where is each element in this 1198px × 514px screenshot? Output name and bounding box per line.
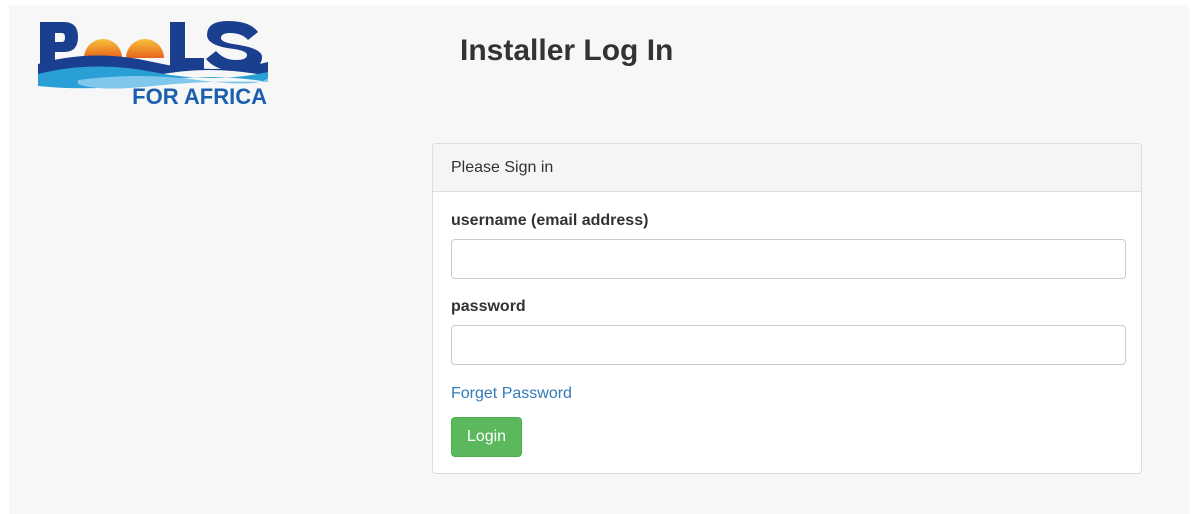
password-label: password [451, 298, 526, 315]
username-input[interactable] [451, 239, 1126, 279]
password-input[interactable] [451, 325, 1126, 365]
username-label: username (email address) [451, 212, 649, 229]
pools-for-africa-logo: FOR AFRICA [38, 18, 270, 108]
sign-in-panel: Please Sign in username (email address) … [432, 143, 1142, 474]
logo-tagline: FOR AFRICA [132, 84, 267, 108]
forget-password-link[interactable]: Forget Password [451, 385, 572, 403]
login-button[interactable]: Login [451, 417, 522, 457]
page-title: Installer Log In [460, 34, 674, 67]
panel-heading: Please Sign in [433, 144, 1141, 192]
